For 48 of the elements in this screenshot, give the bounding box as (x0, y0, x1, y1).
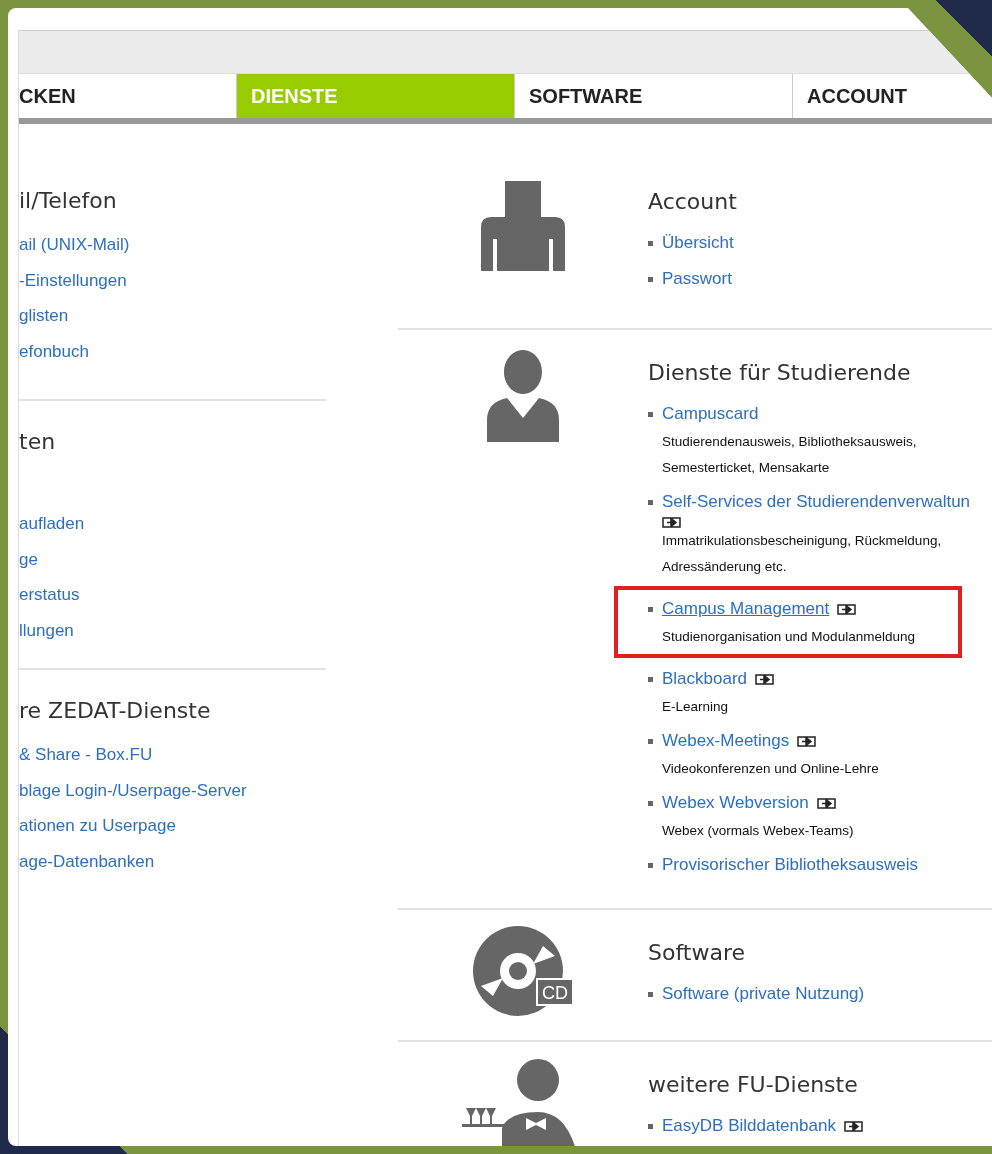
service-link[interactable]: Blackboard (662, 664, 748, 694)
service-link[interactable]: age-Datenbanken (19, 843, 326, 879)
bullet-icon (648, 738, 653, 744)
bullet-icon (648, 676, 653, 682)
service-link[interactable]: Self-Services der Studierendenverwaltun (662, 487, 971, 517)
service-link[interactable]: ge (19, 541, 326, 577)
service-link[interactable]: glisten (19, 298, 326, 334)
service-link[interactable]: llungen (19, 612, 326, 648)
bullet-icon (648, 606, 653, 612)
service-link[interactable]: Webex Webversion (662, 788, 809, 818)
service-link[interactable]: EasyDB Bilddatenbank (662, 1111, 836, 1141)
bullet-icon (648, 800, 653, 806)
service-link[interactable]: -Einstellungen (19, 262, 326, 298)
bullet-icon (648, 991, 653, 997)
service-link[interactable]: Campus Management (662, 594, 830, 624)
section-heading: re ZEDAT-Dienste (19, 698, 212, 723)
service-link[interactable]: Passwort (662, 264, 732, 294)
section-heading: ten (19, 429, 57, 454)
link-description: E-Learning (662, 698, 730, 716)
service-link[interactable]: erstatus (19, 577, 326, 613)
service-link[interactable]: efonbuch (19, 333, 326, 369)
link-description: Immatrikulationsbescheinigung, Rückmeldung, Adressänderung etc. (662, 532, 943, 576)
service-link[interactable]: & Share - Box.FU (19, 737, 326, 773)
service-link[interactable]: Webex-Meetings (662, 726, 790, 756)
service-link[interactable]: ationen zu Userpage (19, 808, 326, 844)
bullet-icon (648, 499, 653, 505)
link-description: Webex (vormals Webex-Teams) (662, 822, 855, 840)
service-link[interactable]: Campuscard (662, 399, 759, 429)
section-heading: Software (648, 940, 746, 965)
link-description: Studierendenausweis, Bibliotheksausweis, Semesterticket, Mensakarte (662, 433, 918, 477)
service-link[interactable]: Software (private Nutzung) (662, 979, 865, 1009)
section-heading: Dienste für Studierende (648, 360, 912, 385)
link-description: Studienorganisation und Modulanmeldung (662, 628, 916, 646)
bullet-icon (648, 240, 653, 246)
service-link[interactable]: Übersicht (662, 228, 734, 258)
service-link[interactable]: aufladen (19, 506, 326, 542)
section-heading: weitere FU-Dienste (648, 1072, 859, 1097)
section-heading: il/Telefon (19, 188, 118, 213)
bullet-icon (648, 411, 653, 417)
nav-tab[interactable]: CKEN (19, 74, 237, 118)
bullet-icon (648, 1123, 653, 1129)
section-heading: Account (648, 189, 738, 214)
link-description: Videokonferenzen und Online-Lehre (662, 760, 880, 778)
service-link[interactable]: blage Login-/Userpage-Server (19, 772, 326, 808)
bullet-icon (648, 276, 653, 282)
service-link[interactable]: Provisorischer Bibliotheksausweis (662, 850, 919, 880)
bullet-icon (648, 862, 653, 868)
service-link[interactable]: ail (UNIX-Mail) (19, 227, 326, 263)
